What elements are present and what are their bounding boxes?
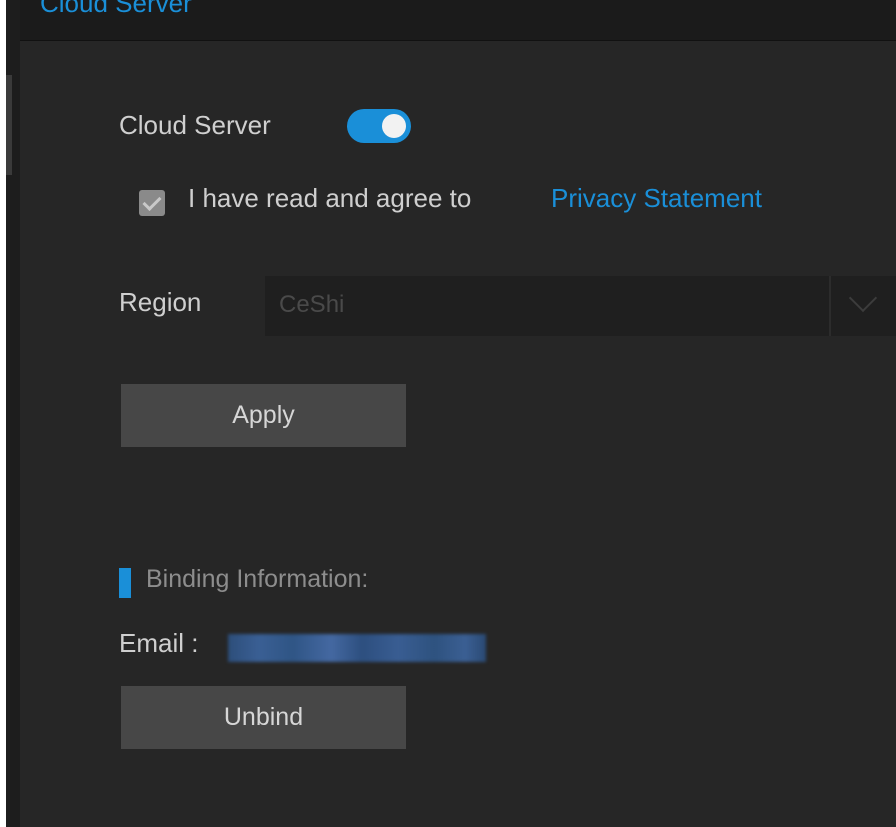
- check-icon: [142, 191, 162, 212]
- region-label: Region: [119, 287, 202, 317]
- region-select-value: CeShi: [279, 291, 345, 318]
- email-label: Email :: [119, 628, 199, 658]
- section-marker: [119, 568, 131, 598]
- scrollbar-handle[interactable]: [6, 75, 12, 175]
- region-select-dropdown-button[interactable]: [829, 276, 896, 336]
- cloud-server-label: Cloud Server: [119, 110, 271, 140]
- toggle-knob: [382, 114, 406, 138]
- apply-button[interactable]: Apply: [121, 384, 406, 447]
- chevron-down-icon: [848, 283, 878, 313]
- privacy-statement-link[interactable]: Privacy Statement: [551, 183, 762, 214]
- header-bar: Cloud Server: [20, 0, 896, 41]
- cloud-server-toggle[interactable]: [347, 109, 411, 143]
- unbind-button[interactable]: Unbind: [121, 686, 406, 749]
- agree-text: I have read and agree to: [188, 183, 472, 213]
- page-title: Cloud Server: [40, 0, 192, 18]
- region-select[interactable]: CeShi: [265, 276, 896, 336]
- email-value-redacted: [228, 634, 486, 662]
- binding-information-title: Binding Information:: [146, 565, 369, 593]
- left-scroll-strip: [6, 0, 20, 827]
- agree-checkbox[interactable]: [139, 190, 165, 216]
- cloud-server-panel: Cloud Server Cloud Server I have read an…: [6, 0, 896, 827]
